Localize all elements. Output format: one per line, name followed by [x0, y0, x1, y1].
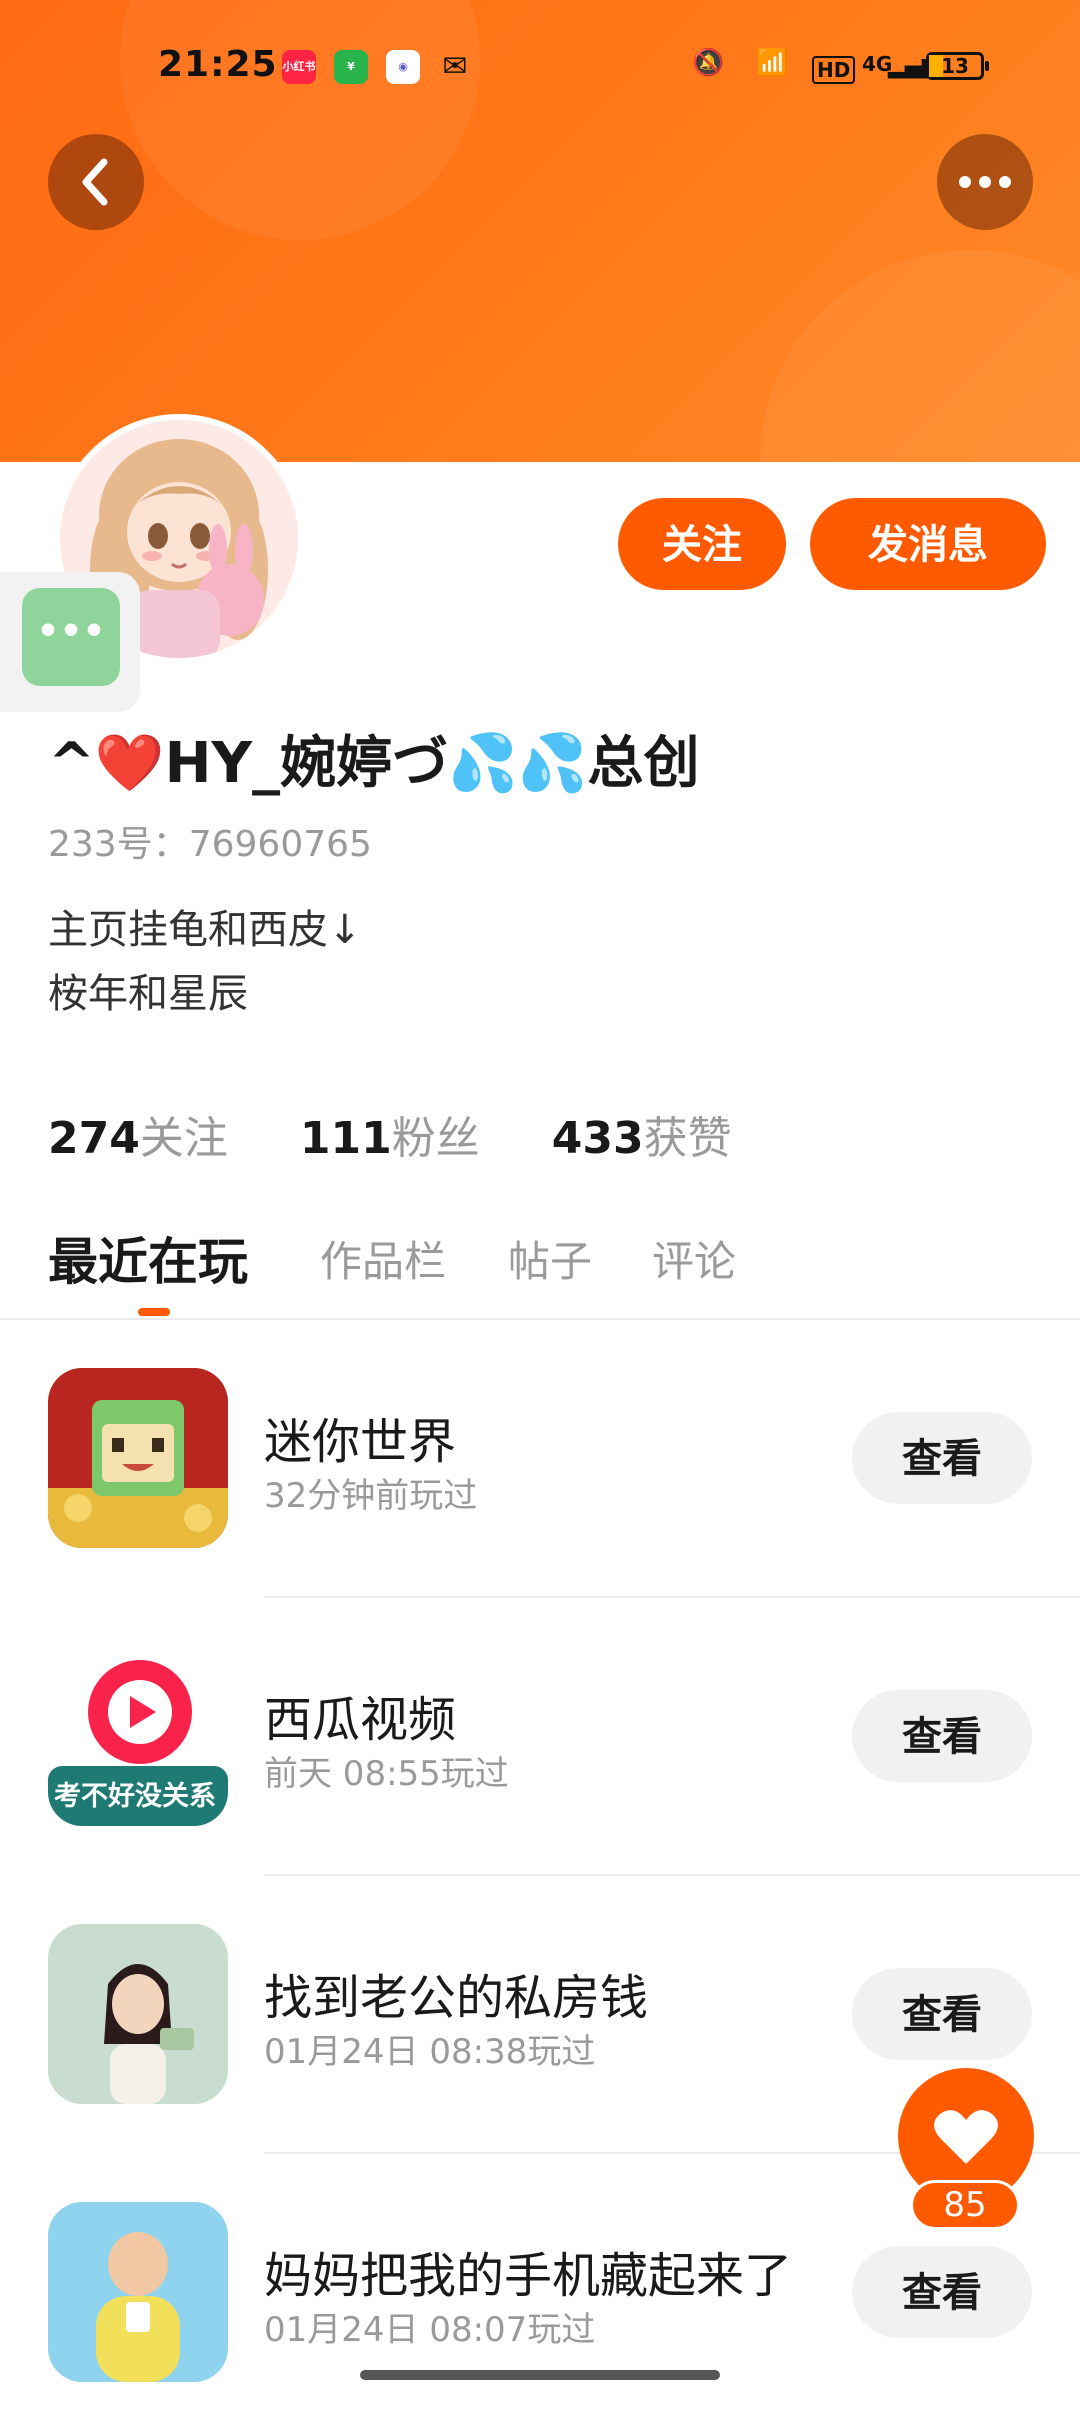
- last-played-time: 32分钟前玩过: [264, 1476, 478, 1516]
- tab-posts[interactable]: 帖子: [508, 1228, 592, 1289]
- battery-icon: 13: [926, 52, 989, 80]
- wechat-pay-app-icon: ¥: [334, 50, 368, 84]
- list-item[interactable]: 迷你世界 32分钟前玩过 查看: [0, 1320, 1080, 1598]
- username: ^❤️HY_婉婷づ💦💦总创: [48, 731, 700, 796]
- last-played-time: 前天 08:55玩过: [264, 1754, 509, 1794]
- chat-dots-icon: •••: [22, 588, 120, 686]
- floating-chat-bubble[interactable]: •••: [0, 572, 140, 712]
- mini-world-game-icon: [48, 1368, 228, 1548]
- status-bar: 21:25 小红书 ¥ ◉ ✉ 🔕 📶 HD 4G ▂▄▆ 13: [0, 40, 1080, 96]
- more-dots-icon: [959, 176, 1011, 188]
- view-button[interactable]: 查看: [852, 2246, 1032, 2338]
- follow-button[interactable]: 关注: [618, 498, 786, 590]
- game-name: 妈妈把我的手机藏起来了: [264, 2248, 793, 2304]
- bio-line: 主页挂龟和西皮↓: [48, 907, 362, 953]
- xigua-video-app-icon: 考不好没关系: [48, 1646, 228, 1826]
- send-message-button[interactable]: 发消息: [810, 498, 1046, 590]
- tab-works[interactable]: 作品栏: [320, 1228, 446, 1289]
- tab-recently-played[interactable]: 最近在玩: [48, 1222, 248, 1294]
- list-item[interactable]: 考不好没关系 西瓜视频 前天 08:55玩过 查看: [0, 1598, 1080, 1876]
- find-husband-money-game-icon: [48, 1924, 228, 2104]
- qq-app-icon: ◉: [386, 50, 420, 84]
- view-button[interactable]: 查看: [852, 1690, 1032, 1782]
- fans-stat[interactable]: 111粉丝: [300, 1113, 538, 1164]
- last-played-time: 01月24日 08:38玩过: [264, 2032, 596, 2072]
- last-played-time: 01月24日 08:07玩过: [264, 2310, 596, 2350]
- active-tab-indicator: [138, 1308, 170, 1316]
- following-stat[interactable]: 274关注: [48, 1113, 286, 1164]
- game-name: 找到老公的私房钱: [264, 1970, 649, 2026]
- likes-stat[interactable]: 433获赞: [552, 1113, 790, 1164]
- back-button[interactable]: [48, 134, 144, 230]
- game-name: 西瓜视频: [264, 1692, 457, 1748]
- like-count-badge: 85: [910, 2180, 1020, 2230]
- view-button[interactable]: 查看: [852, 1412, 1032, 1504]
- chevron-left-icon: [82, 158, 108, 206]
- wechat-app-icon: ✉: [442, 49, 468, 84]
- profile-stats: 274关注 111粉丝 433获赞: [48, 1102, 790, 1166]
- hd-icon: HD: [812, 56, 856, 84]
- wifi-icon: 📶: [756, 48, 789, 78]
- bio-line: 桉年和星辰: [48, 971, 248, 1017]
- profile-header-banner: 21:25 小红书 ¥ ◉ ✉ 🔕 📶 HD 4G ▂▄▆ 13: [0, 0, 1080, 462]
- profile-tabs: 最近在玩 作品栏 帖子 评论: [0, 1220, 1080, 1320]
- game-name: 迷你世界: [264, 1414, 457, 1470]
- status-time: 21:25: [158, 44, 278, 85]
- view-button[interactable]: 查看: [852, 1968, 1032, 2060]
- bio: 主页挂龟和西皮↓ 桉年和星辰: [48, 898, 362, 1026]
- tab-comments[interactable]: 评论: [652, 1228, 736, 1289]
- more-options-button[interactable]: [937, 134, 1033, 230]
- xigua-banner-text: 考不好没关系: [54, 1781, 216, 1812]
- mute-icon: 🔕: [692, 48, 725, 78]
- xiaohongshu-app-icon: 小红书: [282, 50, 316, 84]
- user-id: 233号：76960765: [48, 824, 372, 865]
- mom-hid-my-phone-game-icon: [48, 2202, 228, 2382]
- home-indicator[interactable]: [360, 2370, 720, 2380]
